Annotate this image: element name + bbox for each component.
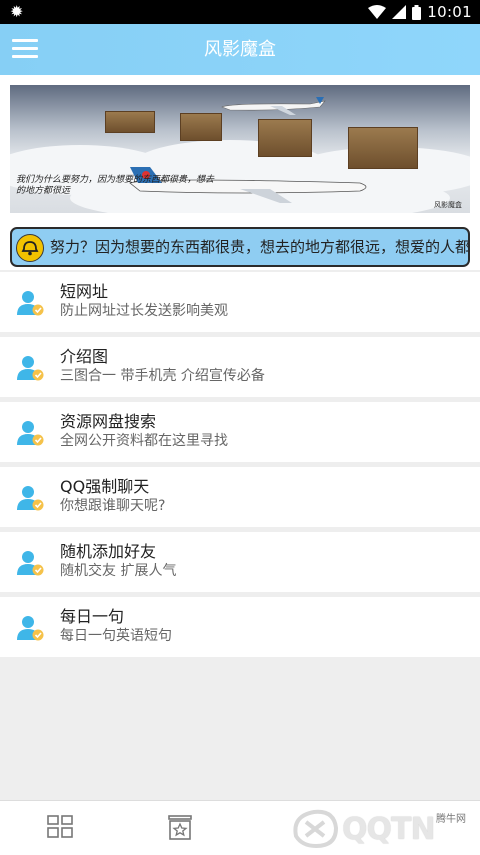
item-subtitle: 每日一句英语短句 [60,628,172,644]
banner-image[interactable]: 我们为什么要努力，因为想要的东西都很贵，想去的地方都很远 风影魔盒 [10,85,470,213]
status-bar: ✹ 10:01 [0,0,480,24]
list-item-daily-sentence[interactable]: 每日一句 每日一句英语短句 [0,597,480,657]
user-icon [17,486,44,511]
notice-bell-icon [16,234,44,262]
item-subtitle: 全网公开资料都在这里寻找 [60,433,228,449]
user-icon [17,616,44,641]
settings-icon: ✹ [10,2,24,21]
item-title: 资源网盘搜索 [60,412,157,431]
item-subtitle: 你想跟谁聊天呢? [60,498,166,514]
item-title: QQ强制聊天 [60,477,150,496]
user-icon [17,421,44,446]
item-subtitle: 随机交友 扩展人气 [60,563,177,579]
app-bar: 风影魔盒 [0,24,480,75]
battery-icon [412,4,422,20]
list-item-intro-image[interactable]: 介绍图 三图合一 带手机壳 介绍宣传必备 [0,337,480,397]
feature-list: 短网址 防止网址过长发送影响美观 介绍图 三图合一 带手机壳 介绍宣传必备 资源… [0,272,480,662]
list-item-cloud-search[interactable]: 资源网盘搜索 全网公开资料都在这里寻找 [0,402,480,462]
banner-section: 我们为什么要努力，因为想要的东西都很贵，想去的地方都很远 风影魔盒 [0,75,480,223]
user-icon [17,291,44,316]
status-time: 10:01 [427,3,472,21]
list-item-short-url[interactable]: 短网址 防止网址过长发送影响美观 [0,272,480,332]
notice-marquee[interactable]: 努力？因为想要的东西都很贵，想去的地方都很远，想爱的人都很优秀 [10,227,470,267]
item-title: 每日一句 [60,607,125,626]
user-icon [17,551,44,576]
grid-icon[interactable] [46,813,74,841]
app-title: 风影魔盒 [204,39,276,60]
list-item-random-friend[interactable]: 随机添加好友 随机交友 扩展人气 [0,532,480,592]
status-icons: 10:01 [368,2,472,22]
qqtn-watermark: QQTN 腾牛网 [290,804,475,852]
item-subtitle: 三图合一 带手机壳 介绍宣传必备 [60,368,265,384]
favorites-icon[interactable] [166,813,194,841]
qqtn-site-label: 腾牛网 [436,814,466,825]
wifi-icon [368,5,387,19]
qqtn-logo-text: QQTN [342,812,436,847]
list-item-qq-chat[interactable]: QQ强制聊天 你想跟谁聊天呢? [0,467,480,527]
notice-section: 努力？因为想要的东西都很贵，想去的地方都很远，想爱的人都很优秀 [0,223,480,270]
airplane-top-icon [221,97,326,115]
item-subtitle: 防止网址过长发送影响美观 [60,303,228,319]
signal-icon [392,5,407,19]
banner-watermark: 风影魔盒 [434,201,462,209]
item-title: 随机添加好友 [60,542,157,561]
item-title: 短网址 [60,282,109,301]
notice-text: 努力？因为想要的东西都很贵，想去的地方都很远，想爱的人都很优秀 [50,238,470,256]
user-icon [17,356,44,381]
qqtn-logo-icon [293,809,339,849]
item-title: 介绍图 [60,347,109,366]
banner-caption: 我们为什么要努力，因为想要的东西都很贵，想去的地方都很远 [16,175,215,196]
